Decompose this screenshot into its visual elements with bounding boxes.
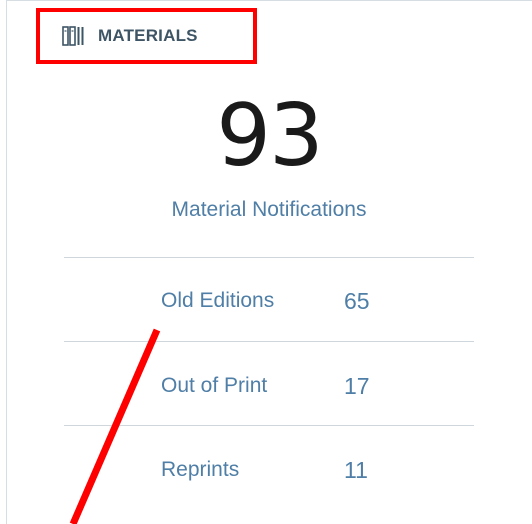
materials-card [6, 0, 532, 524]
divider [64, 341, 474, 342]
list-item-out-of-print[interactable]: Out of Print 17 [161, 371, 370, 401]
total-notifications-label[interactable]: Material Notifications [0, 196, 532, 224]
header-highlight-box [36, 8, 257, 64]
list-item-old-editions[interactable]: Old Editions 65 [161, 286, 370, 316]
list-item-reprints[interactable]: Reprints 11 [161, 455, 368, 485]
old-editions-count[interactable]: 65 [344, 288, 370, 315]
divider [64, 257, 474, 258]
divider [64, 425, 474, 426]
out-of-print-count[interactable]: 17 [344, 373, 370, 400]
reprints-label[interactable]: Reprints [161, 458, 344, 482]
old-editions-label[interactable]: Old Editions [161, 289, 344, 313]
reprints-count[interactable]: 11 [344, 457, 368, 484]
materials-widget-screenshot: MATERIALS 93 Material Notifications Old … [0, 0, 532, 524]
out-of-print-label[interactable]: Out of Print [161, 374, 344, 398]
total-notifications-count[interactable]: 93 [0, 82, 532, 190]
